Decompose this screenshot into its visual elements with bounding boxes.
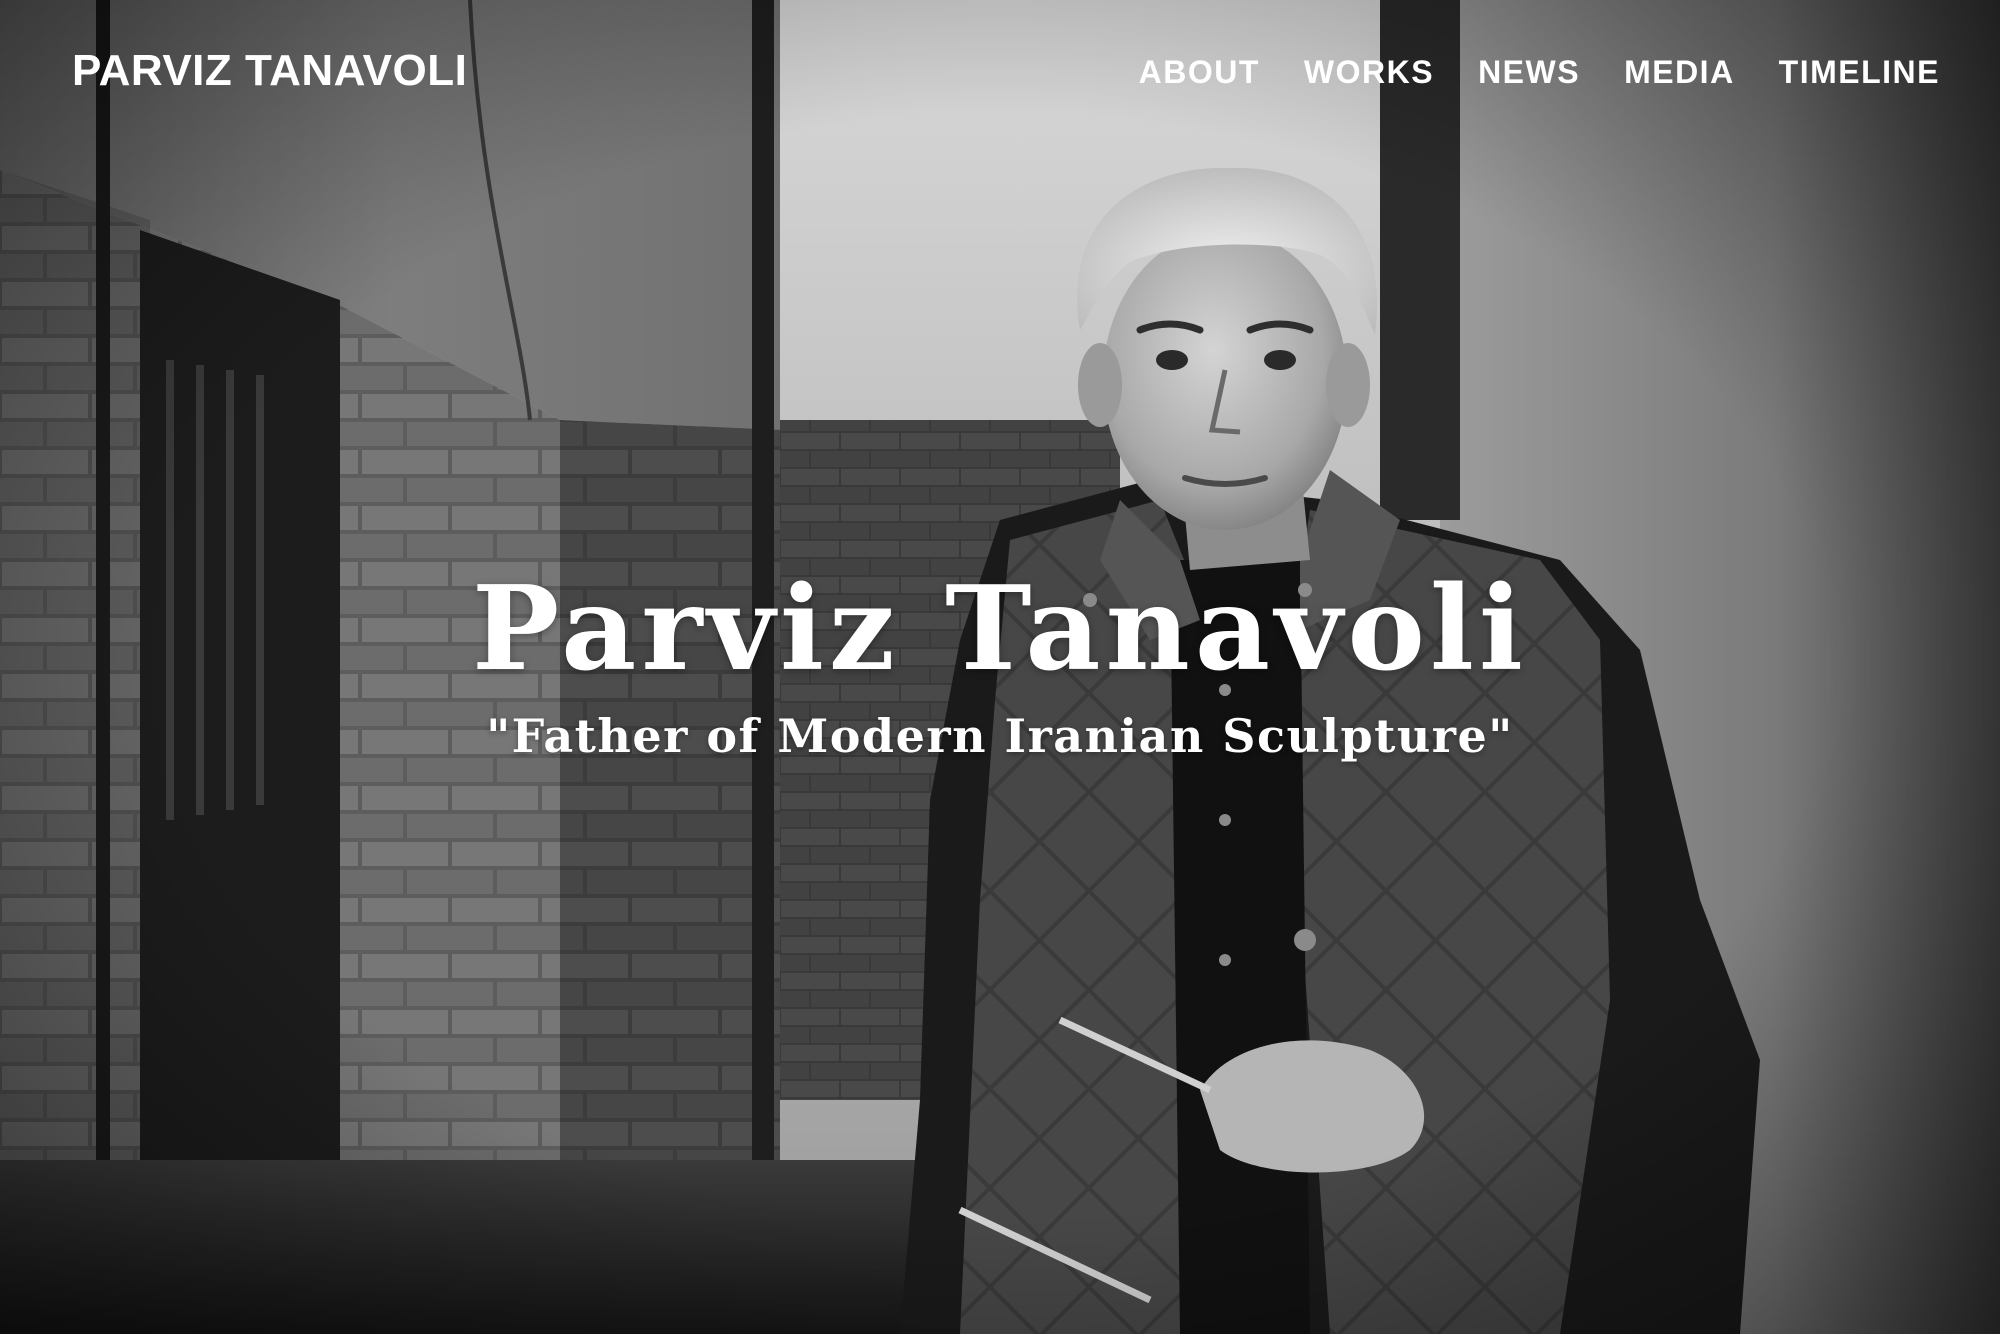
hero-subtitle: "Father of Modern Iranian Sculpture" [486, 709, 1514, 764]
main-nav: ABOUT WORKS NEWS MEDIA TIMELINE [1139, 54, 1940, 91]
nav-media-link[interactable]: MEDIA [1624, 54, 1735, 91]
hero-text-block: Parviz Tanavoli "Father of Modern Irania… [0, 560, 2000, 763]
nav-news-link[interactable]: NEWS [1478, 54, 1580, 91]
nav-timeline-link[interactable]: TIMELINE [1779, 54, 1940, 91]
homepage: PARVIZ TANAVOLI ABOUT WORKS NEWS MEDIA T… [0, 0, 2000, 1334]
site-logo[interactable]: PARVIZ TANAVOLI [72, 46, 467, 96]
nav-about-link[interactable]: ABOUT [1139, 54, 1260, 91]
hero-title: Parviz Tanavoli [472, 561, 1528, 697]
nav-works-link[interactable]: WORKS [1304, 54, 1434, 91]
site-header: PARVIZ TANAVOLI ABOUT WORKS NEWS MEDIA T… [0, 0, 2000, 160]
